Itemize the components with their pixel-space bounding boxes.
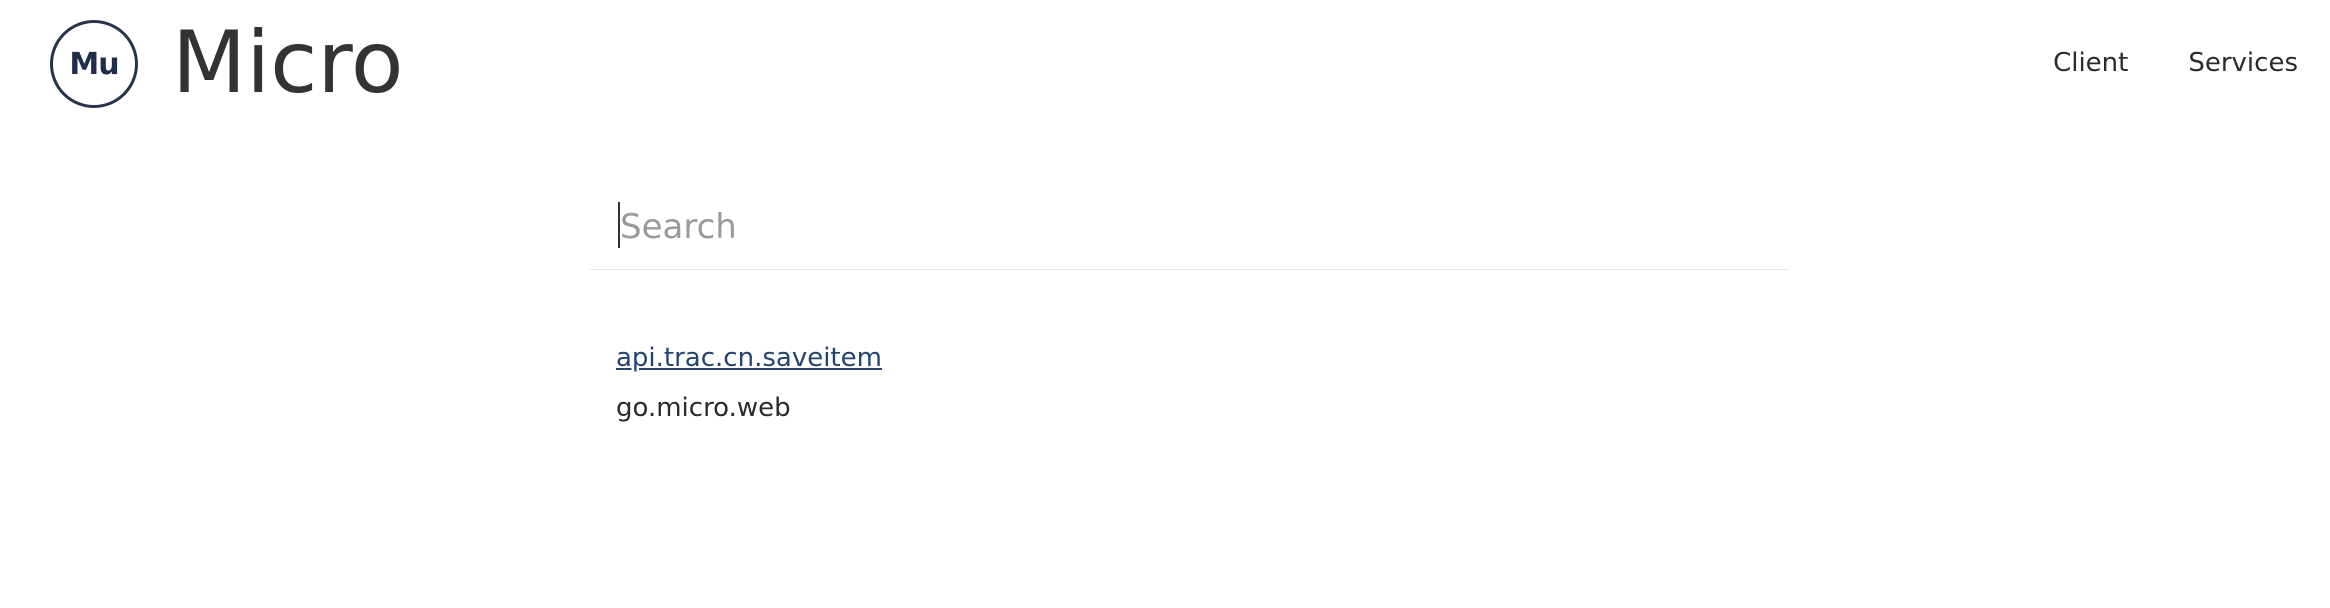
header: Mu Micro Client Services	[0, 0, 2330, 135]
nav-services-link[interactable]: Services	[2188, 48, 2298, 78]
top-nav: Client Services	[2053, 48, 2298, 78]
logo-text: Mu	[69, 46, 119, 82]
nav-client-link[interactable]: Client	[2053, 48, 2128, 78]
service-list: api.trac.cn.saveitem go.micro.web	[616, 340, 882, 426]
brand-title[interactable]: Micro	[172, 8, 403, 118]
service-link-api-trac-cn-saveitem[interactable]: api.trac.cn.saveitem	[616, 340, 882, 376]
search-input[interactable]	[620, 200, 1770, 254]
logo[interactable]: Mu	[50, 20, 138, 108]
service-item-go-micro-web: go.micro.web	[616, 393, 791, 423]
search-bar	[590, 190, 1790, 270]
